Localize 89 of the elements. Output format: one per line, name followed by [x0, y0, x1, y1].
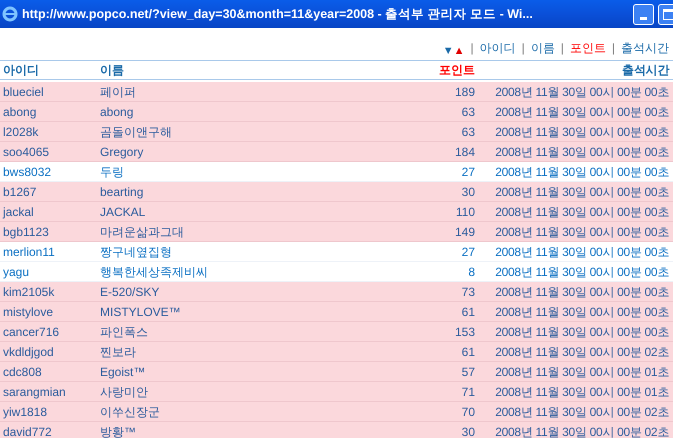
table-cell: 2008년 11월 30일 00시 00분 00초 [495, 264, 669, 278]
table-cell: 2008년 11월 30일 00시 00분 00초 [495, 164, 669, 178]
table-cell: yagu [3, 264, 30, 278]
table-cell: cancer716 [3, 324, 60, 338]
table-cell: 사랑미안 [100, 384, 148, 398]
table-cell: kim2105k [3, 284, 54, 298]
table-cell: 110 [456, 204, 475, 218]
table-cell: Egoist™ [100, 364, 146, 378]
separator: | [522, 40, 525, 57]
table-cell: 2008년 11월 30일 00시 00분 00초 [495, 304, 669, 318]
table-cell: bearting [100, 184, 144, 198]
sort-arrows[interactable]: ▼▲ [442, 46, 464, 57]
table-cell: 70 [462, 404, 475, 418]
separator: | [612, 40, 615, 57]
table-cell: yiw1818 [3, 404, 48, 418]
table-cell: 페이퍼 [100, 84, 136, 98]
column-header[interactable]: 이름 [100, 63, 124, 77]
table-cell: 2008년 11월 30일 00시 00분 02초 [495, 344, 669, 358]
table-cell: 2008년 11월 30일 00시 00분 02초 [495, 424, 669, 438]
table-cell: cdc808 [3, 364, 42, 378]
table-cell: mistylove [3, 304, 54, 318]
table-cell: 곰돌이앤구해 [100, 124, 172, 138]
table-cell: 63 [462, 124, 475, 138]
sort-link[interactable]: 출석시간 [621, 39, 669, 57]
table-cell: 2008년 11월 30일 00시 00분 00초 [495, 244, 669, 258]
table-cell: 방황™ [100, 424, 136, 438]
table-cell: 27 [462, 244, 475, 258]
column-header[interactable]: 아이디 [3, 63, 39, 77]
table-cell: 2008년 11월 30일 00시 00분 00초 [495, 224, 669, 238]
table-cell: 30 [462, 424, 475, 438]
table-cell: blueciel [3, 84, 44, 98]
table-cell: 2008년 11월 30일 00시 00분 00초 [495, 324, 669, 338]
browser-icon [2, 6, 18, 22]
table-cell: 71 [462, 384, 475, 398]
table-cell: 찐보라 [100, 344, 136, 358]
table-cell: 61 [462, 304, 475, 318]
table-cell: sarangmian [3, 384, 66, 398]
table-cell: bgb1123 [3, 224, 49, 238]
table-cell: 2008년 11월 30일 00시 00분 01초 [495, 364, 669, 378]
table-cell: MISTYLOVE™ [100, 304, 181, 318]
minimize-button[interactable] [633, 4, 654, 24]
table-cell: 149 [454, 224, 475, 238]
table-cell: 짱구네옆집형 [100, 244, 172, 258]
table-cell: 2008년 11월 30일 00시 00분 00초 [495, 284, 669, 298]
table-cell: 2008년 11월 30일 00시 00분 02초 [495, 404, 669, 418]
table-cell: 마려운삶과그대 [100, 224, 184, 238]
table-cell: 153 [454, 324, 475, 338]
table-cell: 8 [468, 264, 475, 278]
table-cell: Gregory [100, 144, 144, 158]
table-cell: 63 [462, 104, 475, 118]
sort-link[interactable]: 이름 [530, 39, 555, 57]
table-cell: vkdldjgod [3, 344, 54, 358]
maximize-button[interactable] [658, 4, 673, 24]
sort-link[interactable]: 포인트 [570, 39, 606, 57]
table-cell: 2008년 11월 30일 00시 00분 00초 [495, 84, 669, 98]
window-title: http://www.popco.net/?view_day=30&month=11&year=2008 - 출석부 관리자 모드 - Wi... [22, 6, 534, 23]
table-cell: 2008년 11월 30일 00시 00분 00초 [495, 144, 669, 158]
table-cell: david772 [3, 424, 52, 438]
table-cell: bws8032 [3, 164, 52, 178]
table-cell: 파인폭스 [100, 324, 148, 338]
table-cell: E-520/SKY [100, 284, 160, 298]
table-cell: 두링 [100, 164, 124, 178]
column-header[interactable]: 포인트 [439, 63, 475, 77]
table-cell: l2028k [3, 124, 38, 138]
table-cell: 61 [462, 344, 475, 358]
table-cell: 30 [462, 184, 475, 198]
separator: | [470, 40, 474, 57]
table-cell: 2008년 11월 30일 00시 00분 00초 [495, 124, 669, 138]
table-cell: jackal [3, 204, 34, 218]
table-cell: 189 [454, 84, 475, 98]
table-cell: 2008년 11월 30일 00시 00분 01초 [495, 384, 669, 398]
table-cell: 73 [462, 284, 475, 298]
table-cell: abong [3, 104, 36, 118]
separator: | [560, 40, 564, 57]
table-cell: soo4065 [3, 144, 50, 158]
column-header[interactable]: 출석시간 [622, 63, 669, 77]
table-cell: 이쑤신장군 [100, 404, 160, 418]
table-cell: 2008년 11월 30일 00시 00분 00초 [495, 104, 669, 118]
table-cell: JACKAL [100, 204, 146, 218]
table-cell: b1267 [3, 184, 36, 198]
table-cell: 2008년 11월 30일 00시 00분 00초 [495, 184, 669, 198]
table-cell: abong [100, 104, 134, 118]
table-cell: 57 [462, 364, 475, 378]
table-cell: 2008년 11월 30일 00시 00분 00초 [495, 204, 669, 218]
table-cell: 184 [454, 144, 475, 158]
table-cell: merlion11 [3, 244, 55, 258]
table-cell: 행복한세상족제비씨 [100, 264, 208, 278]
table-cell: 27 [462, 164, 475, 178]
sort-link[interactable]: 아이디 [480, 39, 516, 57]
